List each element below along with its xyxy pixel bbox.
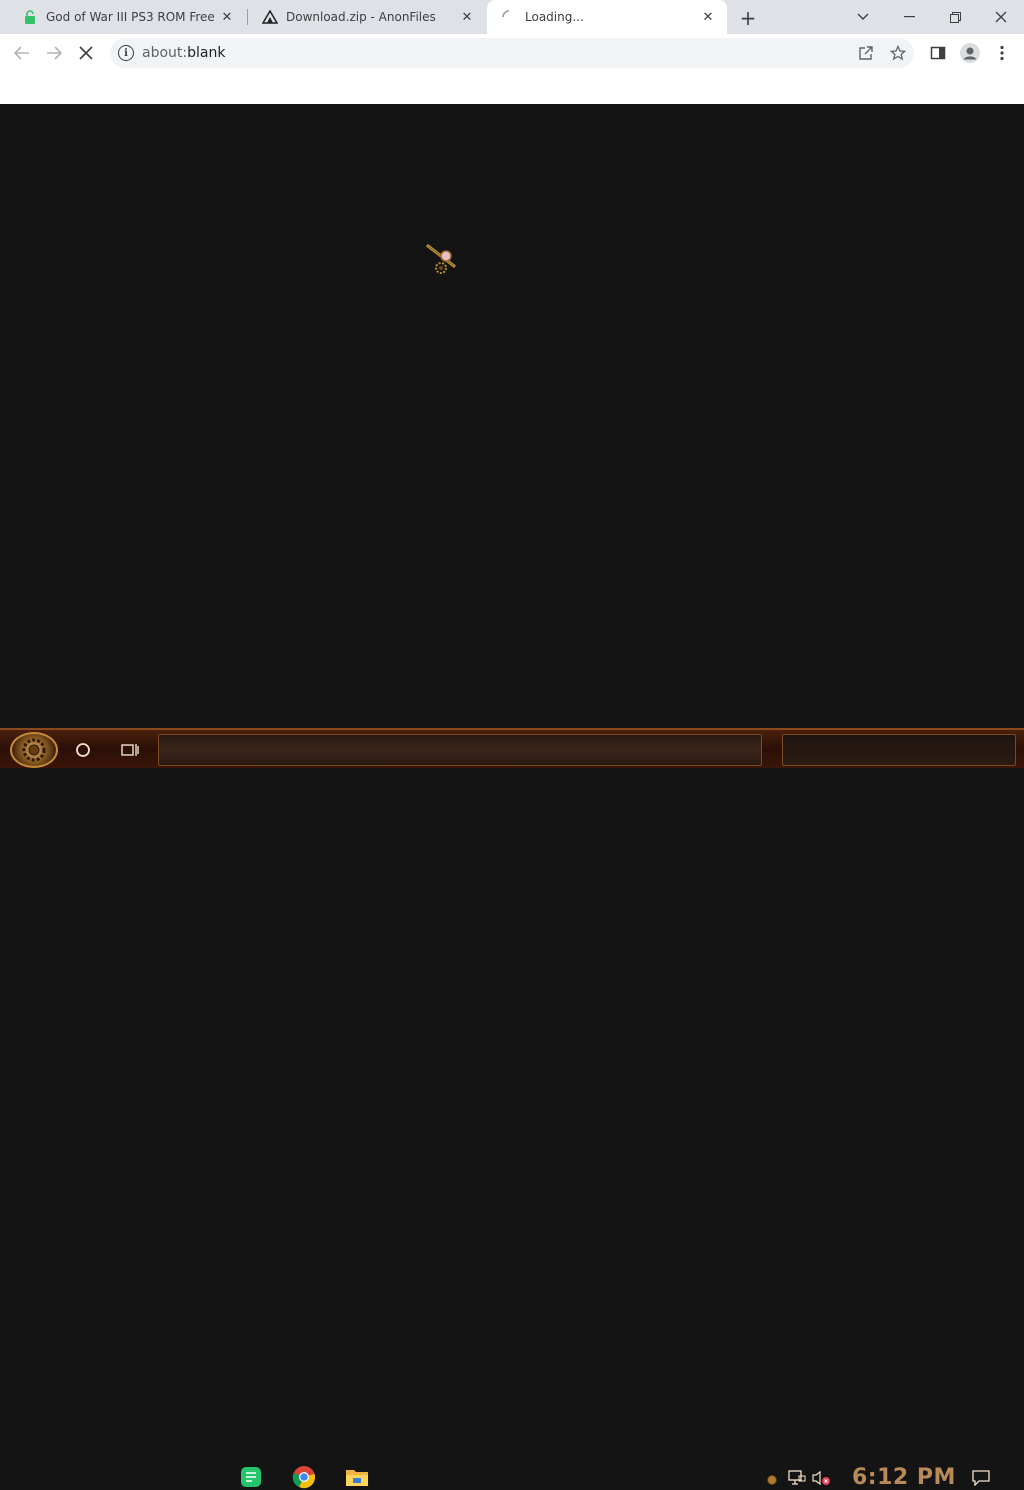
url-text: about:blank <box>142 45 225 61</box>
tray-overflow-gear-icon[interactable] <box>766 1471 778 1485</box>
page-top-strip <box>0 72 1024 104</box>
start-button[interactable] <box>10 732 58 768</box>
more-vertical-icon <box>1000 45 1004 61</box>
star-icon <box>890 45 906 61</box>
task-view-button[interactable] <box>118 738 142 762</box>
page-content[interactable] <box>0 104 1024 728</box>
side-panel-icon <box>930 46 946 60</box>
forward-button[interactable] <box>40 39 68 67</box>
minimize-icon <box>903 16 915 18</box>
task-view-icon <box>121 744 139 756</box>
system-tray <box>782 734 1016 766</box>
minimize-button[interactable] <box>886 0 932 34</box>
start-gear-icon <box>22 738 46 762</box>
steampunk-cursor-icon <box>426 244 462 282</box>
url-rest: blank <box>187 45 226 61</box>
new-tab-button[interactable]: + <box>736 6 760 30</box>
close-icon <box>995 11 1007 23</box>
close-window-button[interactable] <box>978 0 1024 34</box>
file-explorer-icon[interactable] <box>344 1464 370 1490</box>
volume-muted-icon[interactable] <box>812 1470 832 1490</box>
chevron-down-icon <box>857 13 869 20</box>
profile-button[interactable] <box>958 41 982 65</box>
taskbar-clock[interactable]: 6:12 PM <box>852 1465 956 1490</box>
tab-anonfiles[interactable]: Download.zip - AnonFiles ✕ <box>248 0 486 34</box>
tab-loading[interactable]: Loading... ✕ <box>487 0 727 34</box>
address-bar[interactable]: i about:blank <box>110 38 914 68</box>
tab-title: God of War III PS3 ROM Free <box>46 10 215 24</box>
info-icon[interactable]: i <box>118 45 134 61</box>
share-button[interactable] <box>854 41 878 65</box>
stop-icon <box>79 46 93 60</box>
network-icon[interactable] <box>788 1470 806 1490</box>
notes-app-icon[interactable] <box>238 1464 264 1490</box>
taskbar-apps-panel <box>158 734 762 766</box>
anonfiles-favicon-icon <box>262 9 278 25</box>
chrome-icon[interactable] <box>291 1464 317 1490</box>
notifications-icon[interactable] <box>972 1470 990 1490</box>
taskbar: 6:12 PM <box>0 728 1024 1490</box>
url-scheme: about: <box>142 45 188 61</box>
tab-god-of-war[interactable]: God of War III PS3 ROM Free ✕ <box>8 0 246 34</box>
menu-button[interactable] <box>990 41 1014 65</box>
tab-strip: God of War III PS3 ROM Free ✕ Download.z… <box>0 0 1024 34</box>
stop-button[interactable] <box>72 39 100 67</box>
cortana-circle-icon <box>76 743 90 757</box>
loading-spinner-icon <box>501 9 517 25</box>
back-button[interactable] <box>8 39 36 67</box>
tab-title: Loading... <box>525 10 584 24</box>
arrow-left-icon <box>14 46 29 60</box>
browser-window: God of War III PS3 ROM Free ✕ Download.z… <box>0 0 1024 728</box>
profile-avatar-icon <box>960 43 980 63</box>
restore-button[interactable] <box>932 0 978 34</box>
tab-search-button[interactable] <box>840 0 886 34</box>
share-icon <box>859 46 873 60</box>
bookmark-button[interactable] <box>886 41 910 65</box>
close-icon[interactable]: ✕ <box>218 8 236 26</box>
browser-toolbar: i about:blank <box>0 34 1024 72</box>
side-panel-button[interactable] <box>926 41 950 65</box>
tab-title: Download.zip - AnonFiles <box>286 10 436 24</box>
restore-icon <box>949 11 961 23</box>
lock-favicon-icon <box>22 9 38 25</box>
arrow-right-icon <box>47 46 62 60</box>
close-icon[interactable]: ✕ <box>699 8 717 26</box>
close-icon[interactable]: ✕ <box>458 8 476 26</box>
search-button[interactable] <box>71 738 95 762</box>
